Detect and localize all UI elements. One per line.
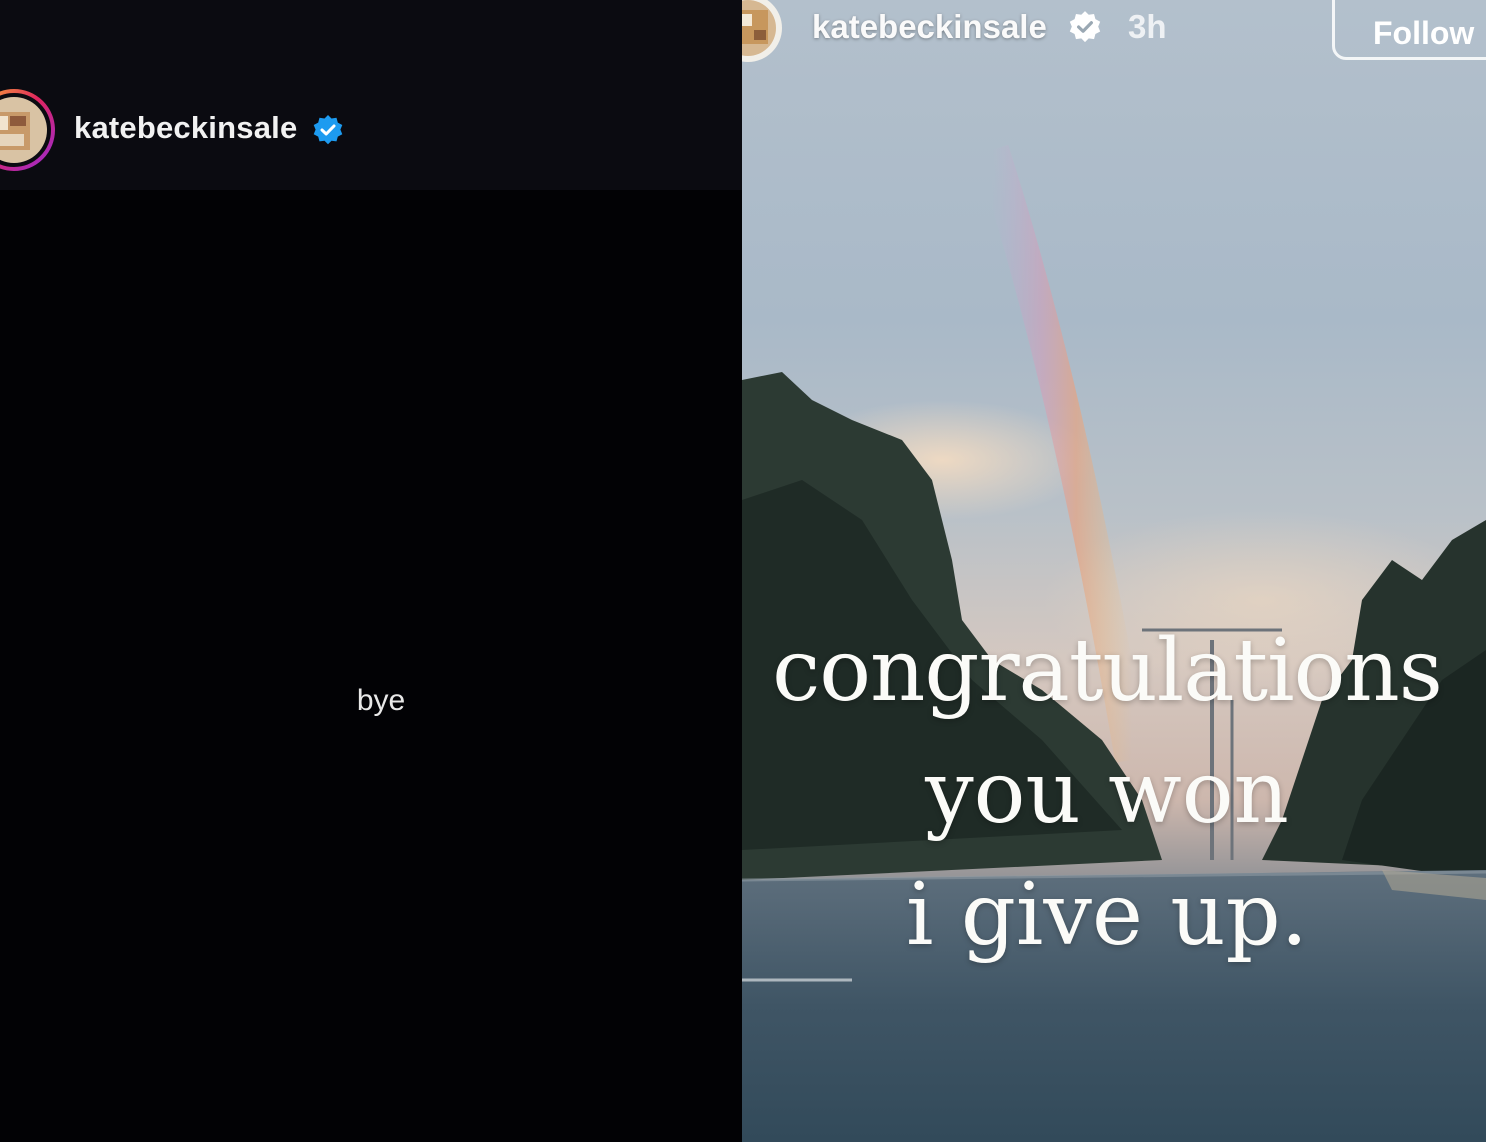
left-story-panel: katebeckinsale bye	[0, 0, 742, 1142]
story-caption: congratulations you won i give up.	[742, 610, 1486, 976]
avatar[interactable]	[0, 86, 56, 174]
username[interactable]: katebeckinsale	[74, 110, 297, 146]
verified-badge-icon	[1068, 10, 1102, 44]
avatar[interactable]	[742, 0, 782, 66]
verified-badge-icon	[312, 114, 344, 146]
caption-line: i give up.	[906, 865, 1308, 965]
right-story-panel: katebeckinsale 3h Follow congratulations…	[742, 0, 1486, 1142]
post-time: 3h	[1128, 8, 1167, 45]
caption-line: you won	[925, 743, 1289, 843]
caption-line: congratulations	[772, 621, 1443, 721]
story-text: bye	[356, 684, 406, 717]
left-story-header: katebeckinsale	[0, 0, 742, 190]
follow-button[interactable]: Follow	[1332, 0, 1486, 60]
username[interactable]: katebeckinsale	[812, 8, 1047, 46]
